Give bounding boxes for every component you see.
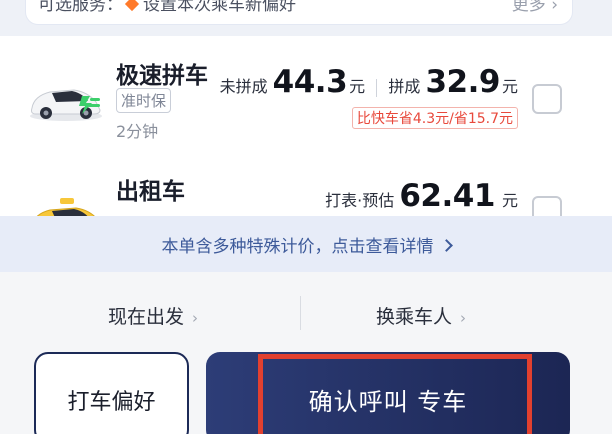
banner-more-link[interactable]: 更多 › bbox=[512, 0, 558, 15]
ride-preference-button[interactable]: 打车偏好 bbox=[34, 352, 189, 434]
ontime-tag: 准时保 bbox=[116, 88, 172, 113]
price-unshared-label: 未拼成 bbox=[219, 77, 268, 96]
price-unit: 元 bbox=[501, 191, 518, 210]
taxi-price-line: 打表·预估 62.41 元 bbox=[325, 178, 518, 214]
price-unit: 元 bbox=[501, 77, 518, 96]
price-divider bbox=[376, 78, 378, 97]
chevron-right-icon: › bbox=[192, 309, 199, 327]
price-unit: 元 bbox=[349, 77, 366, 96]
depart-time-selector[interactable]: 现在出发 › bbox=[108, 302, 198, 329]
depart-time-label: 现在出发 bbox=[108, 306, 185, 328]
pricing-notice-text: 本单含多种特殊计价，点击查看详情 bbox=[161, 237, 434, 257]
chevron-right-icon: › bbox=[460, 309, 467, 327]
eta-text: 2分钟 bbox=[116, 122, 159, 141]
savings-prefix: 比快车 bbox=[356, 111, 399, 127]
option-name: 出租车 bbox=[116, 179, 185, 205]
option-checkbox[interactable] bbox=[532, 84, 562, 114]
bottom-action-area: 现在出发 › 换乘车人 › 打车偏好 确认呼叫 专车 bbox=[0, 272, 612, 434]
ride-preference-label: 打车偏好 bbox=[67, 390, 156, 415]
price-shared-value: 32.9 bbox=[425, 64, 500, 100]
service-banner[interactable]: 可选服务： 设置本次乘车新偏好 更多 › bbox=[26, 0, 572, 24]
ride-options-panel: 极速拼车 准时保 2分钟 未拼成 44.3 元 拼成 32.9 元 比快车省4.3元… bbox=[0, 36, 612, 233]
chevron-right-icon bbox=[439, 239, 453, 252]
price-meter-label: 打表·预估 bbox=[325, 191, 395, 210]
change-rider-selector[interactable]: 换乘车人 › bbox=[376, 302, 466, 329]
carpool-price-line: 未拼成 44.3 元 拼成 32.9 元 bbox=[220, 64, 518, 100]
orange-diamond-icon bbox=[124, 0, 140, 12]
banner-text: 可选服务： 设置本次乘车新偏好 bbox=[38, 0, 296, 15]
pricing-notice[interactable]: 本单含多种特殊计价，点击查看详情 bbox=[0, 216, 612, 272]
banner-prefix: 可选服务： bbox=[38, 0, 123, 15]
divider bbox=[300, 296, 301, 330]
banner-service-text: 设置本次乘车新偏好 bbox=[143, 0, 296, 15]
price-unshared-value: 44.3 bbox=[272, 64, 348, 100]
price-shared-label: 拼成 bbox=[388, 77, 421, 96]
savings-detail: 省4.3元/省15.7元 bbox=[398, 111, 513, 127]
carpool-car-icon bbox=[30, 89, 102, 121]
ride-option-carpool[interactable]: 极速拼车 准时保 2分钟 未拼成 44.3 元 拼成 32.9 元 比快车省4.3元… bbox=[0, 50, 612, 160]
option-name: 极速拼车 bbox=[116, 63, 208, 89]
change-rider-label: 换乘车人 bbox=[376, 306, 453, 328]
highlight-box bbox=[258, 354, 532, 434]
savings-badge: 比快车省4.3元/省15.7元 bbox=[351, 107, 518, 129]
price-estimate-value: 62.41 bbox=[399, 178, 495, 214]
